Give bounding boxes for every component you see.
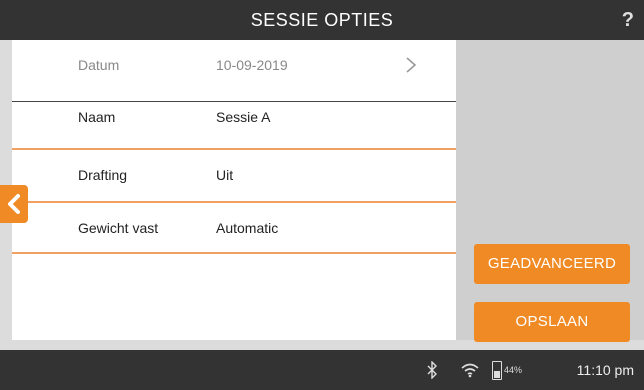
row-value: Automatic <box>216 220 279 236</box>
row-label: Datum <box>78 57 120 73</box>
row-value: Sessie A <box>216 109 271 125</box>
page-title: SESSIE OPTIES <box>250 10 394 30</box>
bluetooth-icon <box>427 361 437 379</box>
chevron-right-icon <box>406 57 417 73</box>
back-button[interactable] <box>0 185 28 223</box>
row-drafting[interactable]: Drafting Uit <box>12 150 456 200</box>
row-value: Uit <box>216 167 234 183</box>
session-options-list: Datum 10-09-2019 Naam Sessie A Drafting … <box>12 40 456 340</box>
clock: 11:10 pm <box>576 362 634 378</box>
divider <box>12 252 456 254</box>
advanced-button[interactable]: GEADVANCEERD <box>474 244 630 284</box>
battery-icon <box>492 361 502 380</box>
row-naam[interactable]: Naam Sessie A <box>12 92 456 142</box>
battery-percent: 44% <box>504 365 523 375</box>
status-bar: 44% 11:10 pm <box>0 350 644 390</box>
side-panel <box>456 40 644 340</box>
title-bar: SESSIE OPTIES ? <box>0 0 644 40</box>
chevron-left-icon <box>8 194 20 214</box>
help-icon[interactable]: ? <box>622 0 634 40</box>
row-value: 10-09-2019 <box>216 57 288 73</box>
row-label: Gewicht vast <box>78 220 159 236</box>
row-gewicht-vast[interactable]: Gewicht vast Automatic <box>12 203 456 253</box>
row-datum[interactable]: Datum 10-09-2019 <box>12 40 456 90</box>
wifi-icon <box>461 363 479 378</box>
row-label: Drafting <box>78 167 128 183</box>
save-button[interactable]: OPSLAAN <box>474 302 630 342</box>
row-label: Naam <box>78 109 116 125</box>
